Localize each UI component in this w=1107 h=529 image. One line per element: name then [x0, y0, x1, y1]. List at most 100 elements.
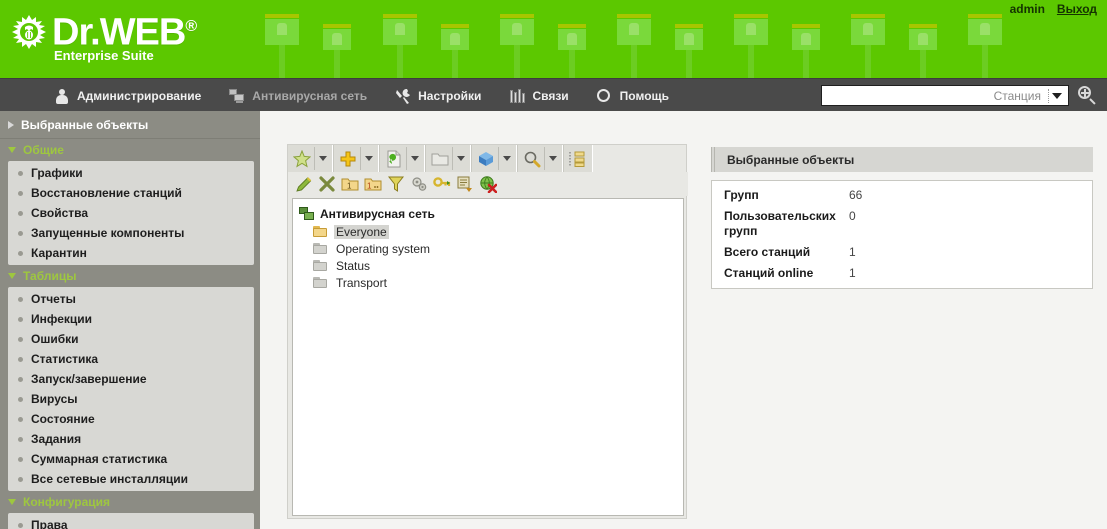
tree-node-label: Operating system [336, 241, 431, 256]
chevron-down-icon[interactable] [314, 147, 330, 170]
toolbar-group [425, 145, 471, 172]
sidebar-header-selected-objects[interactable]: Выбранные объекты [0, 111, 260, 139]
tree-list-icon[interactable] [566, 147, 590, 170]
sidebar-item-вирусы[interactable]: Вирусы [8, 389, 254, 409]
sidebar-item-label: Карантин [31, 246, 87, 260]
search-submit-button[interactable] [1077, 85, 1097, 105]
sidebar-item-запущенные-компоненты[interactable]: Запущенные компоненты [8, 223, 254, 243]
plus-add-icon[interactable] [336, 147, 360, 170]
sidebar-item-карантин[interactable]: Карантин [8, 243, 254, 263]
page-refresh-icon[interactable] [382, 147, 406, 170]
main-navigation-bar: Администрирование Антивирусная сеть Наст… [0, 78, 1107, 111]
chevron-down-icon[interactable] [452, 147, 468, 170]
bullet-icon [18, 476, 23, 482]
sidebar-item-отчеты[interactable]: Отчеты [8, 289, 254, 309]
star-icon[interactable] [290, 147, 314, 170]
tree-node-label: Status [336, 258, 371, 273]
tree-children-list: Everyone Operating system Status Transport [299, 223, 683, 291]
sidebar-item-label: Запуск/завершение [31, 372, 147, 386]
folder-one-icon[interactable]: 1 [338, 173, 361, 195]
sidebar-item-label: Права [31, 518, 68, 529]
sidebar-item-графики[interactable]: Графики [8, 163, 254, 183]
chevron-down-icon[interactable] [406, 147, 422, 170]
chevron-down-icon[interactable] [1052, 92, 1062, 99]
sidebar-item-восстановление-станций[interactable]: Восстановление станций [8, 183, 254, 203]
toolbar-primary [288, 145, 688, 172]
sidebar-item-все-сетевые-инсталляции[interactable]: Все сетевые инсталляции [8, 469, 254, 489]
tree-node-transport[interactable]: Transport [313, 274, 683, 291]
nav-item-antivirus-network-label: Антивирусная сеть [252, 88, 368, 103]
merge-funnel-icon[interactable] [384, 173, 407, 195]
chevron-down-icon[interactable] [498, 147, 514, 170]
info-row: Групп 66 [712, 185, 1092, 206]
info-row: Станций online 1 [712, 263, 1092, 284]
bullet-icon [18, 336, 23, 342]
tree-node-label: Everyone [334, 224, 389, 239]
page-header: Dr.WEB® Enterprise Suite admin Выход [0, 0, 1107, 78]
list-arrow-icon[interactable] [453, 173, 476, 195]
bullet-icon [18, 296, 23, 302]
sidebar-item-статистика[interactable]: Статистика [8, 349, 254, 369]
sidebar-item-label: Задания [31, 432, 82, 446]
sidebar-group-2[interactable]: Таблицы [0, 265, 260, 287]
nav-item-administration[interactable]: Администрирование [40, 79, 215, 112]
nav-item-settings[interactable]: Настройки [381, 79, 495, 112]
gears-icon[interactable] [407, 173, 430, 195]
chevron-down-icon[interactable] [544, 147, 560, 170]
search-input[interactable] [822, 86, 990, 105]
sidebar-item-задания[interactable]: Задания [8, 429, 254, 449]
info-row: Всего станций 1 [712, 242, 1092, 263]
chevron-down-icon[interactable] [360, 147, 376, 170]
sidebar-item-ошибки[interactable]: Ошибки [8, 329, 254, 349]
toolbar-secondary: 11 [288, 172, 688, 196]
info-row-value: 66 [849, 188, 863, 202]
bullet-icon [18, 456, 23, 462]
sidebar-item-label: Отчеты [31, 292, 76, 306]
logout-link[interactable]: Выход [1057, 2, 1097, 16]
sidebar-item-суммарная-статистика[interactable]: Суммарная статистика [8, 449, 254, 469]
info-panel-header: Выбранные объекты [711, 147, 1093, 172]
sidebar-group-1[interactable]: Общие [0, 139, 260, 161]
pencil-edit-icon[interactable] [292, 173, 315, 195]
globe-remove-icon[interactable] [476, 173, 499, 195]
sidebar-item-состояние[interactable]: Состояние [8, 409, 254, 429]
chevron-right-icon [8, 120, 14, 129]
nav-item-antivirus-network[interactable]: Антивирусная сеть [215, 79, 381, 112]
toolbar-group [517, 145, 563, 172]
nav-item-links[interactable]: Связи [495, 79, 582, 112]
bullet-icon [18, 210, 23, 216]
sidebar-item-инфекции[interactable]: Инфекции [8, 309, 254, 329]
magnifier-icon[interactable] [520, 147, 544, 170]
folder-yellow-icon [313, 225, 329, 239]
sidebar-item-label: Статистика [31, 352, 99, 366]
tree-node-label: Transport [336, 275, 387, 290]
folder-one-dots-icon[interactable]: 1 [361, 173, 384, 195]
sidebar-item-права[interactable]: Права [8, 515, 254, 529]
network-green-icon [299, 207, 315, 221]
key-icon[interactable] [430, 173, 453, 195]
sidebar-item-свойства[interactable]: Свойства [8, 203, 254, 223]
tree-node-operating-system[interactable]: Operating system [313, 240, 683, 257]
chevron-down-icon [8, 147, 16, 153]
folder-icon[interactable] [428, 147, 452, 170]
antivirus-network-tree[interactable]: Антивирусная сеть Everyone Operating syst… [292, 198, 684, 516]
sidebar-group-3[interactable]: Конфигурация [0, 491, 260, 513]
info-panel-title: Выбранные объекты [727, 152, 855, 167]
blue-cube-icon[interactable] [474, 147, 498, 170]
info-panel: Выбранные объекты Групп 66 Пользовательски… [711, 147, 1093, 289]
tree-node-status[interactable]: Status [313, 257, 683, 274]
tree-root-node[interactable]: Антивирусная сеть [299, 205, 683, 223]
toolbar-group [563, 145, 593, 172]
bullet-icon [18, 436, 23, 442]
sidebar-item-label: Состояние [31, 412, 95, 426]
delete-x-icon[interactable] [315, 173, 338, 195]
account-area: admin Выход [1010, 2, 1097, 16]
sidebar-item-запуск-завершение[interactable]: Запуск/завершение [8, 369, 254, 389]
search-container: Станция [821, 85, 1069, 106]
bullet-icon [18, 316, 23, 322]
nav-item-help[interactable]: Помощь [583, 79, 683, 112]
tree-node-everyone[interactable]: Everyone [313, 223, 683, 240]
sidebar-group-label: Конфигурация [23, 495, 111, 509]
rj45-plug-icon [675, 24, 703, 78]
wrench-icon [395, 88, 411, 104]
